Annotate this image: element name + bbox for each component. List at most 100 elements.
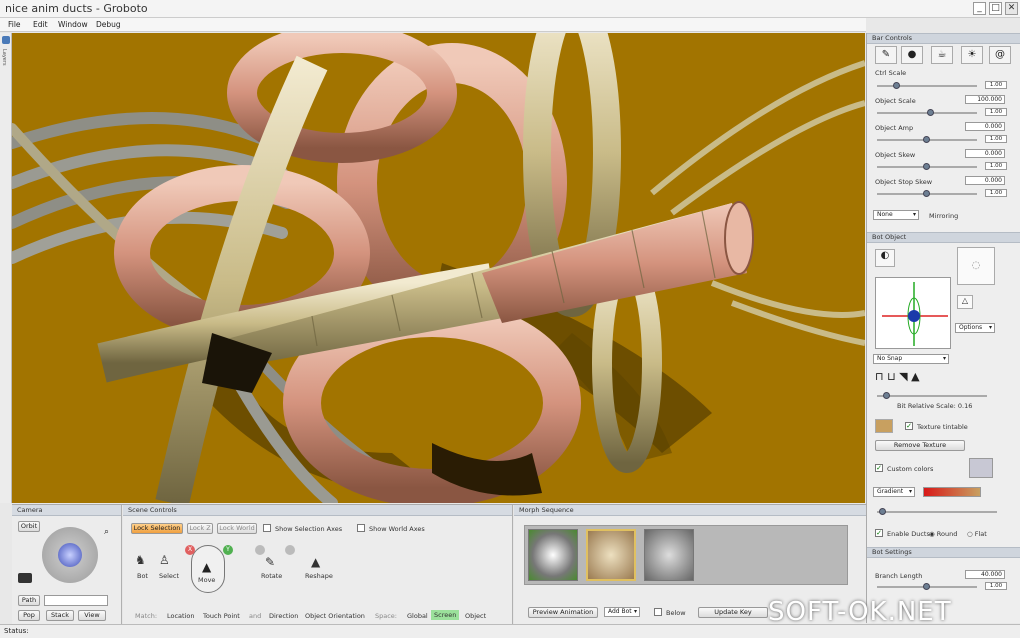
- orientation-widget[interactable]: [875, 277, 951, 349]
- object-scale-small[interactable]: 1.00: [985, 108, 1007, 116]
- lock-selection-button[interactable]: Lock Selection: [131, 523, 183, 534]
- ctrl-scale-slider[interactable]: [877, 85, 977, 87]
- leaf-icon[interactable]: ◐: [875, 249, 895, 267]
- light-icon[interactable]: ☀: [961, 46, 983, 64]
- 3d-viewport[interactable]: [12, 33, 865, 503]
- x-axis-icon[interactable]: X: [185, 545, 195, 555]
- cup-icon[interactable]: ☕: [931, 46, 953, 64]
- global-option[interactable]: Global: [407, 612, 428, 620]
- object-option[interactable]: Object: [465, 612, 486, 620]
- object-orientation-option[interactable]: Object Orientation: [305, 612, 365, 620]
- object-stop-skew-small[interactable]: 1.00: [985, 189, 1007, 197]
- object-stop-skew-knob[interactable]: [923, 190, 930, 197]
- orbit-button[interactable]: Orbit: [18, 521, 40, 532]
- gradient-preview[interactable]: [923, 487, 981, 497]
- gradient-knob[interactable]: [879, 508, 886, 515]
- view-button[interactable]: View: [78, 610, 106, 621]
- object-amp-small[interactable]: 1.00: [985, 135, 1007, 143]
- stack-button[interactable]: Stack: [46, 610, 74, 621]
- object-amp-input[interactable]: 0.000: [965, 122, 1005, 131]
- scene-controls-panel: Scene Controls Lock Selection Lock Z Loc…: [123, 505, 513, 624]
- layers-icon[interactable]: [2, 36, 10, 44]
- swirl-icon[interactable]: @: [989, 46, 1011, 64]
- morph-keyframe-1[interactable]: [528, 529, 578, 581]
- path-button[interactable]: Path: [18, 595, 40, 606]
- pop-button[interactable]: Pop: [18, 610, 40, 621]
- bar-controls-header: Bar Controls: [867, 33, 1020, 44]
- lock-z-button[interactable]: Lock Z: [187, 523, 213, 534]
- add-bot-select[interactable]: Add Bot: [604, 607, 640, 617]
- object-skew-input[interactable]: 0.000: [965, 149, 1005, 158]
- ctrl-scale-small[interactable]: 1.00: [985, 81, 1007, 89]
- snap-select[interactable]: No Snap: [873, 354, 949, 364]
- texture-sphere-icon[interactable]: ●: [901, 46, 923, 64]
- path-input[interactable]: [44, 595, 108, 606]
- rotate-axis-x-icon[interactable]: [255, 545, 265, 555]
- show-world-axes-check[interactable]: [357, 524, 365, 532]
- remove-texture-button[interactable]: Remove Texture: [875, 440, 965, 451]
- camera-dial[interactable]: [42, 527, 98, 583]
- branch-length-input[interactable]: 40.000: [965, 570, 1005, 579]
- minimize-button[interactable]: _: [973, 2, 986, 15]
- reshape-tool-label: Reshape: [305, 572, 333, 580]
- close-button[interactable]: ✕: [1005, 2, 1018, 15]
- mirror-select[interactable]: None: [873, 210, 919, 220]
- show-selection-axes-check[interactable]: [263, 524, 271, 532]
- options-select[interactable]: Options: [955, 323, 995, 333]
- object-amp-knob[interactable]: [923, 136, 930, 143]
- flat-label: Flat: [974, 530, 987, 538]
- direction-option[interactable]: Direction: [269, 612, 298, 620]
- move-tool[interactable]: ▲ Move: [191, 545, 225, 593]
- camera-icon[interactable]: [18, 573, 32, 583]
- screen-option[interactable]: Screen: [431, 610, 460, 620]
- snap-tools-icons[interactable]: ⊓ ⊔ ◥ ▲: [875, 370, 920, 383]
- object-stop-skew-input[interactable]: 0.000: [965, 176, 1005, 185]
- morph-keyframe-3[interactable]: [644, 529, 694, 581]
- below-check[interactable]: [654, 608, 662, 616]
- relative-scale-slider[interactable]: [877, 395, 987, 397]
- rotate-tool-icon[interactable]: ✎: [265, 555, 275, 569]
- bottom-panels: Camera Orbit ⌕ Path Pop Stack View Scene…: [12, 504, 866, 624]
- brush-icon[interactable]: ✎: [875, 46, 897, 64]
- camera-sphere[interactable]: [58, 543, 82, 567]
- round-radio[interactable]: ◉ Round: [929, 530, 957, 538]
- custom-color-swatch[interactable]: [969, 458, 993, 478]
- update-key-button[interactable]: Update Key: [698, 607, 768, 618]
- enable-ducts-check[interactable]: ✓: [875, 529, 883, 537]
- menu-debug[interactable]: Debug: [96, 20, 121, 29]
- menu-file[interactable]: File: [8, 20, 21, 29]
- below-label: Below: [666, 609, 686, 617]
- morph-keyframe-2[interactable]: [586, 529, 636, 581]
- lock-world-button[interactable]: Lock World: [217, 523, 257, 534]
- object-skew-small[interactable]: 1.00: [985, 162, 1007, 170]
- touch-point-option[interactable]: Touch Point: [203, 612, 240, 620]
- branch-length-small[interactable]: 1.00: [985, 582, 1007, 590]
- menu-edit[interactable]: Edit: [33, 20, 48, 29]
- relative-scale-knob[interactable]: [883, 392, 890, 399]
- menu-window[interactable]: Window: [58, 20, 88, 29]
- object-stop-skew-label: Object Stop Skew: [875, 178, 933, 186]
- gradient-select[interactable]: Gradient: [873, 487, 915, 497]
- object-scale-knob[interactable]: [927, 109, 934, 116]
- branch-length-knob[interactable]: [923, 583, 930, 590]
- custom-colors-check[interactable]: ✓: [875, 464, 883, 472]
- triangle-icon[interactable]: △: [957, 295, 973, 309]
- bot-tool-icon[interactable]: ♞: [135, 553, 146, 567]
- preview-animation-button[interactable]: Preview Animation: [528, 607, 598, 618]
- maximize-button[interactable]: □: [989, 2, 1002, 15]
- camera-header: Camera: [12, 505, 121, 516]
- select-tool-icon[interactable]: ♙: [159, 553, 170, 567]
- zoom-icon[interactable]: ⌕: [104, 527, 109, 537]
- y-axis-icon[interactable]: Y: [223, 545, 233, 555]
- gradient-slider[interactable]: [877, 511, 997, 513]
- layers-tab[interactable]: Layers: [1, 49, 7, 66]
- texture-swatch[interactable]: [875, 419, 893, 433]
- texture-tintable-check[interactable]: ✓: [905, 422, 913, 430]
- object-skew-knob[interactable]: [923, 163, 930, 170]
- rotate-axis-y-icon[interactable]: [285, 545, 295, 555]
- flat-radio[interactable]: ○ Flat: [967, 530, 987, 538]
- location-option[interactable]: Location: [167, 612, 195, 620]
- object-scale-input[interactable]: 100.000: [965, 95, 1005, 104]
- ctrl-scale-knob[interactable]: [893, 82, 900, 89]
- reshape-tool-icon[interactable]: ▲: [311, 555, 320, 569]
